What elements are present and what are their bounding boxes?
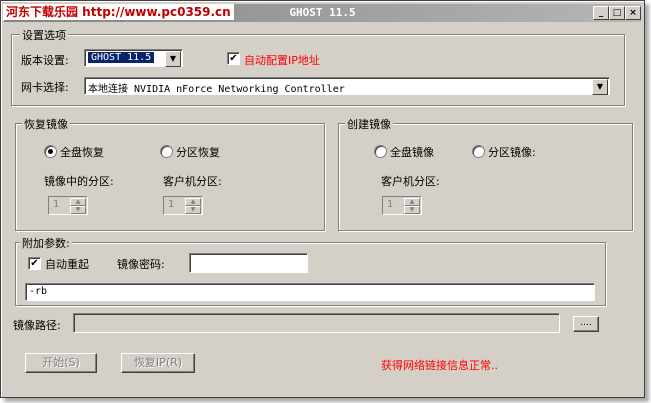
restore-legend: 恢复镜像 xyxy=(22,116,70,132)
status-text: 获得网络链接信息正常.. xyxy=(381,359,498,372)
image-path-label: 镜像路径: xyxy=(13,319,61,332)
spin-up-icon[interactable]: ▲ xyxy=(404,198,420,206)
password-label: 镜像密码: xyxy=(117,258,165,271)
image-path-input[interactable] xyxy=(73,313,560,333)
image-partition-label: 镜像中的分区: xyxy=(44,175,114,188)
client-partition-spinner[interactable]: 1 ▲ ▼ xyxy=(163,196,203,215)
restore-full-label: 全盘恢复 xyxy=(60,146,104,159)
minimize-button[interactable]: _ xyxy=(593,6,609,20)
client-partition-label: 客户机分区: xyxy=(163,175,222,188)
auto-reboot-label: 自动重起 xyxy=(45,258,89,271)
auto-ip-checkbox[interactable]: ✔ xyxy=(227,52,240,65)
client-partition-value: 1 xyxy=(168,199,175,210)
password-input[interactable] xyxy=(189,253,308,273)
settings-legend: 设置选项 xyxy=(20,27,68,43)
create-client-partition-value: 1 xyxy=(387,199,394,210)
spin-up-icon[interactable]: ▲ xyxy=(185,198,201,206)
create-full-label: 全盘镜像 xyxy=(390,146,434,159)
create-client-partition-label: 客户机分区: xyxy=(381,175,440,188)
chevron-down-icon[interactable]: ▼ xyxy=(165,51,181,67)
create-partition-label: 分区镜像: xyxy=(488,146,536,159)
ghost-window: GHOST 11.5 _ □ × 河东下载乐园 http://www.pc035… xyxy=(0,0,645,398)
maximize-button[interactable]: □ xyxy=(609,6,625,20)
restore-ip-button[interactable]: 恢复IP(R) xyxy=(121,353,195,373)
restore-full-radio[interactable] xyxy=(44,145,57,158)
nic-select-value: 本地连接 NVIDIA nForce Networking Controller xyxy=(88,84,345,95)
settings-group: 设置选项 xyxy=(11,27,625,106)
auto-reboot-checkbox[interactable]: ✔ xyxy=(28,257,41,270)
browse-button[interactable]: .... xyxy=(573,316,599,332)
auto-ip-label: 自动配置IP地址 xyxy=(244,54,320,67)
chevron-down-icon[interactable]: ▼ xyxy=(592,79,608,95)
extra-params-legend: 附加参数: xyxy=(20,235,72,251)
spin-down-icon[interactable]: ▼ xyxy=(70,206,86,214)
version-select-value: GHOST 11.5 xyxy=(88,52,155,63)
create-full-radio[interactable] xyxy=(374,145,387,158)
image-partition-value: 1 xyxy=(53,199,60,210)
watermark-text: 河东下载乐园 http://www.pc0359.cn xyxy=(3,4,234,20)
spin-down-icon[interactable]: ▼ xyxy=(404,206,420,214)
start-button[interactable]: 开始(S) xyxy=(25,353,97,373)
image-partition-spinner[interactable]: 1 ▲ ▼ xyxy=(48,196,88,215)
spin-up-icon[interactable]: ▲ xyxy=(70,198,86,206)
restore-partition-label: 分区恢复 xyxy=(176,146,220,159)
args-input-value: -rb xyxy=(29,286,48,297)
restore-partition-radio[interactable] xyxy=(160,145,173,158)
create-legend: 创建镜像 xyxy=(345,116,393,132)
version-label: 版本设置: xyxy=(21,54,69,67)
create-client-partition-spinner[interactable]: 1 ▲ ▼ xyxy=(382,196,422,215)
nic-label: 网卡选择: xyxy=(21,81,69,94)
nic-select[interactable]: 本地连接 NVIDIA nForce Networking Controller… xyxy=(84,77,610,95)
create-partition-radio[interactable] xyxy=(472,145,485,158)
args-input[interactable]: -rb xyxy=(25,283,595,301)
spin-down-icon[interactable]: ▼ xyxy=(185,206,201,214)
close-button[interactable]: × xyxy=(625,6,641,20)
version-select[interactable]: GHOST 11.5 ▼ xyxy=(84,49,183,67)
